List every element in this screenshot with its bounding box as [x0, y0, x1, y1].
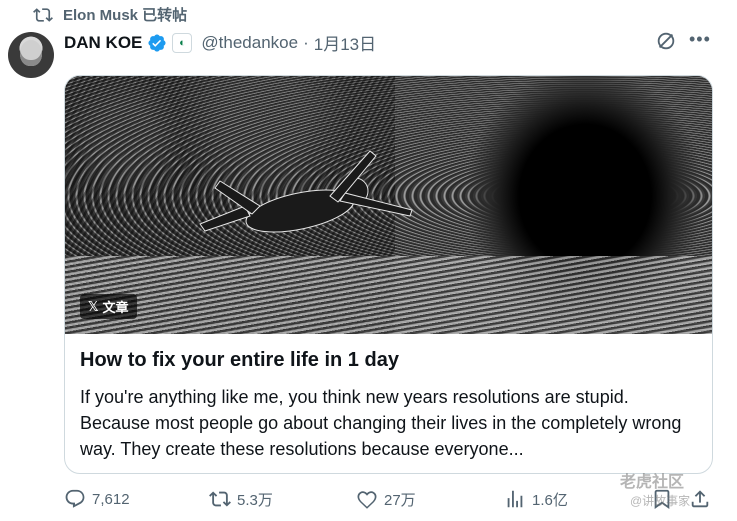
retweet-text: Elon Musk 已转帖 — [63, 7, 188, 24]
repost-button[interactable]: 5.3万 — [209, 488, 273, 510]
tweet-date[interactable]: 1月13日 — [314, 30, 376, 55]
article-badge-label: 文章 — [102, 300, 129, 315]
x-logo-icon: 𝕏 — [88, 298, 99, 314]
reply-icon — [65, 489, 85, 508]
avatar[interactable] — [8, 32, 54, 78]
falling-figure-illustration — [199, 150, 413, 233]
repost-count: 5.3万 — [237, 491, 273, 509]
article-title[interactable]: How to fix your entire life in 1 day — [80, 349, 399, 372]
retweet-indicator[interactable]: Elon Musk 已转帖 — [33, 4, 187, 25]
tweet-header: DAN KOE ◐ @thedankoe · 1月13日 — [64, 30, 376, 55]
verified-badge-icon[interactable] — [147, 33, 167, 53]
repost-icon — [33, 7, 53, 22]
analytics-icon — [507, 490, 523, 508]
article-card[interactable]: 𝕏 文章 How to fix your entire life in 1 da… — [64, 75, 713, 474]
views-button[interactable]: 1.6亿 — [504, 488, 568, 510]
watermark: 老虎社区 @讲故事家 — [620, 468, 690, 509]
reply-count: 7,612 — [92, 490, 130, 508]
watermark-line2: @讲故事家 — [630, 494, 691, 508]
article-badge: 𝕏 文章 — [80, 294, 137, 319]
affiliation-badge-icon[interactable]: ◐ — [172, 32, 193, 53]
reply-button[interactable]: 7,612 — [64, 488, 130, 510]
author-handle[interactable]: @thedankoe — [201, 33, 298, 53]
share-icon[interactable] — [689, 488, 711, 510]
view-count: 1.6亿 — [532, 491, 568, 509]
article-cover-image: 𝕏 文章 — [65, 76, 712, 334]
like-button[interactable]: 27万 — [356, 488, 416, 510]
like-count: 27万 — [384, 491, 416, 509]
heart-icon — [357, 491, 377, 509]
grok-icon[interactable] — [655, 30, 677, 52]
repost-icon — [209, 491, 231, 507]
watermark-line1: 老虎社区 — [620, 474, 685, 491]
author-name[interactable]: DAN KOE — [64, 33, 142, 53]
article-description: If you're anything like me, you think ne… — [80, 387, 682, 459]
more-options-icon[interactable]: ••• — [689, 30, 711, 52]
separator-dot: · — [303, 32, 309, 52]
